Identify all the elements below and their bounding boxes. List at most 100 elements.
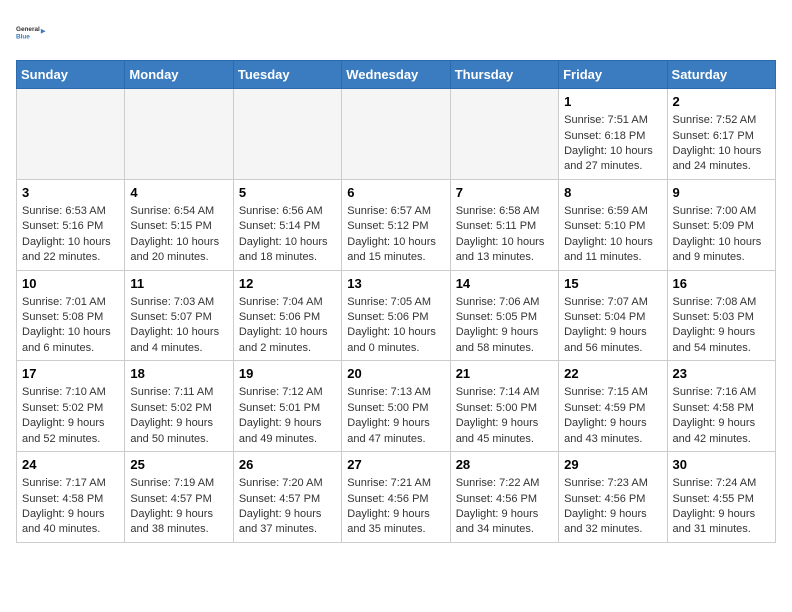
calendar-cell: 6 Sunrise: 6:57 AM Sunset: 5:12 PM Daylig…	[342, 179, 450, 270]
day-number: 30	[673, 456, 770, 474]
calendar-cell: 14Sunrise: 7:06 AM Sunset: 5:05 PM Dayli…	[450, 270, 558, 361]
day-info: Sunrise: 7:03 AM Sunset: 5:07 PM Dayligh…	[130, 295, 227, 357]
day-info: Sunrise: 7:22 AM Sunset: 4:56 PM Dayligh…	[456, 476, 553, 538]
weekday-header: Monday	[125, 61, 233, 89]
day-info: Sunrise: 6:54 AM Sunset: 5:15 PM Dayligh…	[130, 204, 227, 266]
calendar-cell: 28 Sunrise: 7:22 AM Sunset: 4:56 PM Dayli…	[450, 452, 558, 543]
calendar-week-row: 24 Sunrise: 7:17 AM Sunset: 4:58 PM Dayli…	[17, 452, 776, 543]
day-info: Sunrise: 7:04 AM Sunset: 5:06 PM Dayligh…	[239, 295, 336, 357]
day-info: Sunrise: 7:13 AM Sunset: 5:00 PM Dayligh…	[347, 385, 444, 447]
day-info: Sunrise: 7:19 AM Sunset: 4:57 PM Dayligh…	[130, 476, 227, 538]
calendar-cell	[233, 89, 341, 180]
weekday-header: Sunday	[17, 61, 125, 89]
calendar-cell: 29 Sunrise: 7:23 AM Sunset: 4:56 PM Dayli…	[559, 452, 667, 543]
calendar-week-row: 10Sunrise: 7:01 AM Sunset: 5:08 PM Dayli…	[17, 270, 776, 361]
svg-text:General: General	[16, 26, 40, 33]
calendar-cell: 24 Sunrise: 7:17 AM Sunset: 4:58 PM Dayli…	[17, 452, 125, 543]
day-info: Sunrise: 7:10 AM Sunset: 5:02 PM Dayligh…	[22, 385, 119, 447]
day-info: Sunrise: 7:24 AM Sunset: 4:55 PM Dayligh…	[673, 476, 770, 538]
calendar-cell: 12 Sunrise: 7:04 AM Sunset: 5:06 PM Dayli…	[233, 270, 341, 361]
calendar-cell: 11 Sunrise: 7:03 AM Sunset: 5:07 PM Dayli…	[125, 270, 233, 361]
calendar-cell: 10Sunrise: 7:01 AM Sunset: 5:08 PM Dayli…	[17, 270, 125, 361]
day-number: 2	[673, 93, 770, 111]
day-number: 21	[456, 365, 553, 383]
weekday-header: Friday	[559, 61, 667, 89]
calendar-cell	[125, 89, 233, 180]
day-number: 26	[239, 456, 336, 474]
calendar-cell: 3 Sunrise: 6:53 AM Sunset: 5:16 PM Daylig…	[17, 179, 125, 270]
day-number: 9	[673, 184, 770, 202]
calendar-week-row: 3 Sunrise: 6:53 AM Sunset: 5:16 PM Daylig…	[17, 179, 776, 270]
calendar-cell: 9 Sunrise: 7:00 AM Sunset: 5:09 PM Daylig…	[667, 179, 775, 270]
calendar-cell: 19 Sunrise: 7:12 AM Sunset: 5:01 PM Dayli…	[233, 361, 341, 452]
calendar-week-row: 1 Sunrise: 7:51 AM Sunset: 6:18 PM Daylig…	[17, 89, 776, 180]
day-info: Sunrise: 7:00 AM Sunset: 5:09 PM Dayligh…	[673, 204, 770, 266]
day-number: 6	[347, 184, 444, 202]
day-info: Sunrise: 7:07 AM Sunset: 5:04 PM Dayligh…	[564, 295, 661, 357]
day-info: Sunrise: 7:20 AM Sunset: 4:57 PM Dayligh…	[239, 476, 336, 538]
day-info: Sunrise: 7:05 AM Sunset: 5:06 PM Dayligh…	[347, 295, 444, 357]
calendar-week-row: 17 Sunrise: 7:10 AM Sunset: 5:02 PM Dayli…	[17, 361, 776, 452]
day-info: Sunrise: 7:08 AM Sunset: 5:03 PM Dayligh…	[673, 295, 770, 357]
calendar-cell: 17 Sunrise: 7:10 AM Sunset: 5:02 PM Dayli…	[17, 361, 125, 452]
logo: GeneralBlue	[16, 16, 48, 48]
day-number: 15	[564, 275, 661, 293]
day-number: 27	[347, 456, 444, 474]
day-number: 18	[130, 365, 227, 383]
calendar-cell: 25 Sunrise: 7:19 AM Sunset: 4:57 PM Dayli…	[125, 452, 233, 543]
day-number: 25	[130, 456, 227, 474]
calendar-cell: 5Sunrise: 6:56 AM Sunset: 5:14 PM Daylig…	[233, 179, 341, 270]
calendar-cell: 8Sunrise: 6:59 AM Sunset: 5:10 PM Daylig…	[559, 179, 667, 270]
page-header: GeneralBlue	[16, 16, 776, 48]
calendar-table: SundayMondayTuesdayWednesdayThursdayFrid…	[16, 60, 776, 543]
day-number: 22	[564, 365, 661, 383]
calendar-cell: 27 Sunrise: 7:21 AM Sunset: 4:56 PM Dayli…	[342, 452, 450, 543]
day-number: 1	[564, 93, 661, 111]
calendar-cell: 1 Sunrise: 7:51 AM Sunset: 6:18 PM Daylig…	[559, 89, 667, 180]
calendar-cell: 26 Sunrise: 7:20 AM Sunset: 4:57 PM Dayli…	[233, 452, 341, 543]
day-info: Sunrise: 7:23 AM Sunset: 4:56 PM Dayligh…	[564, 476, 661, 538]
calendar-cell: 23 Sunrise: 7:16 AM Sunset: 4:58 PM Dayli…	[667, 361, 775, 452]
calendar-cell: 18 Sunrise: 7:11 AM Sunset: 5:02 PM Dayli…	[125, 361, 233, 452]
day-info: Sunrise: 7:14 AM Sunset: 5:00 PM Dayligh…	[456, 385, 553, 447]
day-number: 4	[130, 184, 227, 202]
day-number: 17	[22, 365, 119, 383]
day-number: 20	[347, 365, 444, 383]
day-number: 12	[239, 275, 336, 293]
calendar-header-row: SundayMondayTuesdayWednesdayThursdayFrid…	[17, 61, 776, 89]
calendar-cell: 4 Sunrise: 6:54 AM Sunset: 5:15 PM Daylig…	[125, 179, 233, 270]
calendar-cell: 13Sunrise: 7:05 AM Sunset: 5:06 PM Dayli…	[342, 270, 450, 361]
day-info: Sunrise: 6:57 AM Sunset: 5:12 PM Dayligh…	[347, 204, 444, 266]
calendar-cell: 22Sunrise: 7:15 AM Sunset: 4:59 PM Dayli…	[559, 361, 667, 452]
day-number: 16	[673, 275, 770, 293]
weekday-header: Tuesday	[233, 61, 341, 89]
calendar-cell: 2Sunrise: 7:52 AM Sunset: 6:17 PM Daylig…	[667, 89, 775, 180]
day-number: 10	[22, 275, 119, 293]
day-number: 29	[564, 456, 661, 474]
day-number: 3	[22, 184, 119, 202]
weekday-header: Saturday	[667, 61, 775, 89]
calendar-cell: 20 Sunrise: 7:13 AM Sunset: 5:00 PM Dayli…	[342, 361, 450, 452]
day-number: 5	[239, 184, 336, 202]
day-info: Sunrise: 7:12 AM Sunset: 5:01 PM Dayligh…	[239, 385, 336, 447]
day-info: Sunrise: 6:53 AM Sunset: 5:16 PM Dayligh…	[22, 204, 119, 266]
day-number: 11	[130, 275, 227, 293]
calendar-cell	[17, 89, 125, 180]
day-number: 24	[22, 456, 119, 474]
day-number: 19	[239, 365, 336, 383]
calendar-cell: 7 Sunrise: 6:58 AM Sunset: 5:11 PM Daylig…	[450, 179, 558, 270]
day-info: Sunrise: 6:59 AM Sunset: 5:10 PM Dayligh…	[564, 204, 661, 266]
day-info: Sunrise: 6:58 AM Sunset: 5:11 PM Dayligh…	[456, 204, 553, 266]
day-info: Sunrise: 7:11 AM Sunset: 5:02 PM Dayligh…	[130, 385, 227, 447]
day-info: Sunrise: 7:51 AM Sunset: 6:18 PM Dayligh…	[564, 113, 661, 175]
calendar-cell: 21 Sunrise: 7:14 AM Sunset: 5:00 PM Dayli…	[450, 361, 558, 452]
day-number: 28	[456, 456, 553, 474]
svg-text:Blue: Blue	[16, 33, 30, 40]
day-info: Sunrise: 7:21 AM Sunset: 4:56 PM Dayligh…	[347, 476, 444, 538]
day-number: 14	[456, 275, 553, 293]
day-number: 23	[673, 365, 770, 383]
calendar-cell: 16 Sunrise: 7:08 AM Sunset: 5:03 PM Dayli…	[667, 270, 775, 361]
day-number: 7	[456, 184, 553, 202]
day-info: Sunrise: 7:16 AM Sunset: 4:58 PM Dayligh…	[673, 385, 770, 447]
day-info: Sunrise: 7:17 AM Sunset: 4:58 PM Dayligh…	[22, 476, 119, 538]
